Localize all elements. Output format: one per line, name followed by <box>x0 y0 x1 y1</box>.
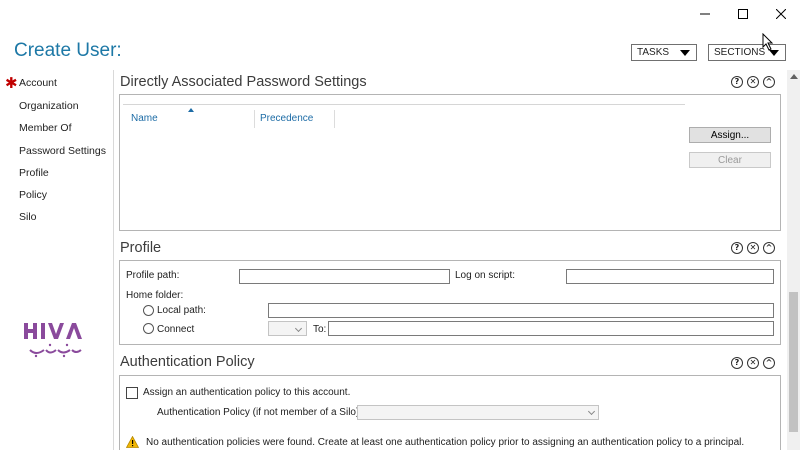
password-settings-controls: ? ✕ ^ <box>731 76 775 88</box>
home-folder-label: Home folder: <box>126 290 184 301</box>
close-section-icon[interactable]: ✕ <box>747 357 759 369</box>
password-settings-title: Directly Associated Password Settings <box>120 74 367 90</box>
window-controls <box>686 0 800 28</box>
sidebar-item-account[interactable]: Account <box>19 77 57 89</box>
sidebar-item-silo[interactable]: Silo <box>19 211 37 223</box>
collapse-icon[interactable]: ^ <box>763 357 775 369</box>
sidebar-item-organization[interactable]: Organization <box>19 100 79 112</box>
close-section-icon[interactable]: ✕ <box>747 76 759 88</box>
auth-policy-controls: ? ✕ ^ <box>731 357 775 369</box>
assign-auth-policy-label: Assign an authentication policy to this … <box>143 387 351 398</box>
profile-section-title: Profile <box>120 240 162 256</box>
warning-icon <box>126 436 139 448</box>
local-path-input[interactable] <box>268 303 774 318</box>
maximize-icon <box>738 9 748 19</box>
column-header-precedence[interactable]: Precedence <box>260 113 313 124</box>
profile-section-controls: ? ✕ ^ <box>731 242 775 254</box>
chevron-down-icon <box>294 324 303 333</box>
column-divider <box>254 110 255 128</box>
collapse-icon[interactable]: ^ <box>763 76 775 88</box>
profile-path-label: Profile path: <box>126 270 180 281</box>
connect-label: Connect <box>157 324 195 335</box>
help-icon[interactable]: ? <box>731 357 743 369</box>
minimize-button[interactable] <box>686 0 724 28</box>
sections-label: SECTIONS <box>714 47 766 58</box>
assign-auth-policy-checkbox[interactable] <box>126 387 138 399</box>
auth-policy-title: Authentication Policy <box>120 354 255 370</box>
maximize-button[interactable] <box>724 0 762 28</box>
local-path-radio[interactable] <box>143 305 154 316</box>
password-settings-grid[interactable]: Name Precedence <box>123 104 685 229</box>
help-icon[interactable]: ? <box>731 242 743 254</box>
sort-ascending-icon <box>188 108 194 112</box>
mouse-cursor-icon <box>762 33 774 51</box>
auth-policy-warning: No authentication policies were found. C… <box>146 437 745 448</box>
collapse-icon[interactable]: ^ <box>763 242 775 254</box>
profile-path-input[interactable] <box>239 269 450 284</box>
auth-policy-dropdown[interactable] <box>357 405 599 420</box>
chevron-down-icon <box>680 50 690 56</box>
page-title: Create User: <box>14 40 122 61</box>
clear-button[interactable]: Clear <box>689 152 771 168</box>
drive-letter-dropdown[interactable] <box>268 321 307 336</box>
vertical-scrollbar[interactable] <box>787 70 800 450</box>
sidebar-item-member-of[interactable]: Member Of <box>19 122 72 134</box>
close-section-icon[interactable]: ✕ <box>747 242 759 254</box>
close-button[interactable] <box>762 0 800 28</box>
help-icon[interactable]: ? <box>731 76 743 88</box>
connect-to-input[interactable] <box>328 321 774 336</box>
minimize-icon <box>700 13 710 15</box>
column-header-name[interactable]: Name <box>131 113 158 124</box>
sidebar-item-profile[interactable]: Profile <box>19 167 49 179</box>
assign-button[interactable]: Assign... <box>689 127 771 143</box>
sections-button[interactable]: SECTIONS <box>708 44 786 61</box>
sidebar-item-password-settings[interactable]: Password Settings <box>19 145 106 157</box>
sidebar-item-policy[interactable]: Policy <box>19 189 47 201</box>
to-label: To: <box>313 324 327 335</box>
company-logo <box>24 323 82 358</box>
scrollbar-thumb[interactable] <box>789 292 798 432</box>
required-marker-icon: ✱ <box>5 74 18 92</box>
logon-script-label: Log on script: <box>455 270 516 281</box>
tasks-button[interactable]: TASKS <box>631 44 697 61</box>
connect-radio[interactable] <box>143 323 154 334</box>
scroll-up-icon[interactable] <box>787 70 800 83</box>
close-icon <box>776 9 786 19</box>
local-path-label: Local path: <box>157 305 206 316</box>
tasks-label: TASKS <box>637 47 670 58</box>
column-divider <box>334 110 335 128</box>
auth-policy-label: Authentication Policy (if not member of … <box>157 407 363 418</box>
logon-script-input[interactable] <box>566 269 774 284</box>
